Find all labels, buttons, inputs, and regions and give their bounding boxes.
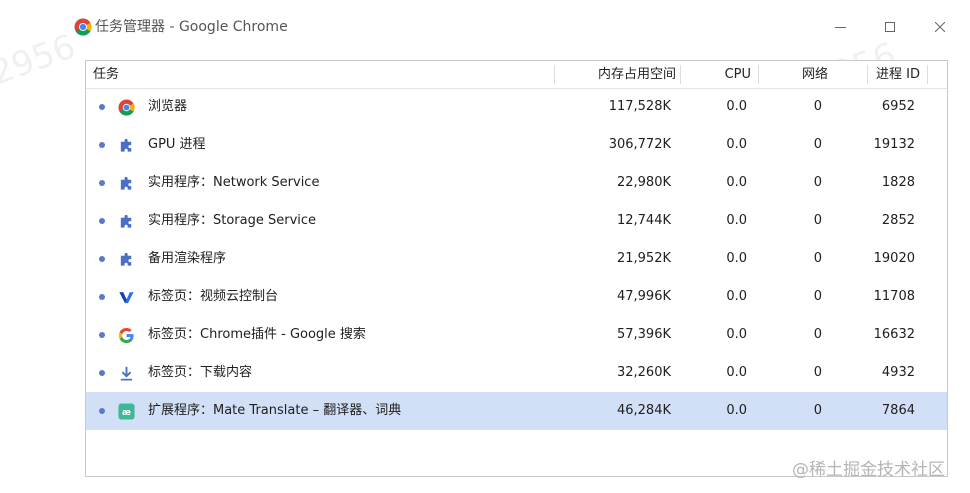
memory-value: 22,980K [616, 175, 671, 190]
task-name: 标签页：视频云控制台 [148, 289, 279, 304]
memory-value: 21,952K [616, 251, 671, 266]
table-row[interactable]: 标签页：视频云控制台 47,996K 0.0 0 11708 [86, 278, 947, 316]
table-header: 任务 内存占用空间 CPU 网络 进程 ID [86, 61, 947, 89]
column-divider[interactable] [680, 65, 681, 84]
pid-value: 19020 [873, 251, 915, 266]
network-value: 0 [813, 213, 822, 228]
pid-value: 7864 [881, 403, 915, 418]
task-name: GPU 进程 [148, 137, 206, 152]
minimize-button[interactable] [826, 16, 854, 38]
row-indicator-dot [99, 142, 105, 148]
task-name: 实用程序：Network Service [148, 175, 320, 190]
memory-value: 32,260K [616, 365, 671, 380]
close-button[interactable] [926, 16, 954, 38]
cpu-value: 0.0 [726, 137, 747, 152]
svg-text:æ: æ [122, 408, 131, 418]
cpu-value: 0.0 [726, 99, 747, 114]
table-row[interactable]: 标签页：下载内容 32,260K 0.0 0 4932 [86, 354, 947, 392]
cpu-value: 0.0 [726, 327, 747, 342]
pid-value: 16632 [873, 327, 915, 342]
row-indicator-dot [99, 408, 105, 414]
table-row[interactable]: 浏览器 117,528K 0.0 0 6952 [86, 88, 947, 126]
network-value: 0 [813, 289, 822, 304]
column-divider[interactable] [554, 65, 555, 84]
title-bar: 任务管理器 - Google Chrome [0, 0, 970, 52]
table-row[interactable]: æ 扩展程序：Mate Translate – 翻译器、词典 46,284K 0.0 0… [86, 392, 947, 430]
column-header-pid[interactable]: 进程 ID [836, 61, 920, 88]
network-value: 0 [813, 137, 822, 152]
google-icon [118, 327, 135, 344]
memory-value: 57,396K [616, 327, 671, 342]
table-row[interactable]: 实用程序：Network Service 22,980K 0.0 0 1828 [86, 164, 947, 202]
column-header-task[interactable]: 任务 [93, 61, 119, 88]
row-indicator-dot [99, 256, 105, 262]
task-name: 浏览器 [148, 99, 188, 114]
task-name: 实用程序：Storage Service [148, 213, 317, 228]
row-indicator-dot [99, 104, 105, 110]
chrome-icon [118, 99, 135, 116]
table-row[interactable]: GPU 进程 306,772K 0.0 0 19132 [86, 126, 947, 164]
column-divider[interactable] [927, 65, 928, 84]
row-indicator-dot [99, 332, 105, 338]
maximize-button[interactable] [876, 16, 904, 38]
pid-value: 1828 [881, 175, 915, 190]
network-value: 0 [813, 251, 822, 266]
pid-value: 2852 [881, 213, 915, 228]
task-name: 扩展程序：Mate Translate – 翻译器、词典 [148, 403, 402, 418]
row-indicator-dot [99, 180, 105, 186]
cpu-value: 0.0 [726, 213, 747, 228]
task-name: 备用渲染程序 [148, 251, 227, 266]
maximize-icon [885, 22, 895, 32]
cpu-value: 0.0 [726, 175, 747, 190]
close-icon [935, 22, 945, 32]
puzzle-icon [118, 175, 135, 192]
chrome-icon [74, 18, 92, 36]
minimize-icon [834, 26, 846, 28]
row-indicator-dot [99, 218, 105, 224]
network-value: 0 [813, 365, 822, 380]
download-icon [118, 365, 135, 382]
cpu-value: 0.0 [726, 289, 747, 304]
memory-value: 117,528K [608, 99, 671, 114]
table-row[interactable]: 备用渲染程序 21,952K 0.0 0 19020 [86, 240, 947, 278]
window-title: 任务管理器 - Google Chrome [95, 19, 288, 35]
memory-value: 47,996K [616, 289, 671, 304]
mate-translate-icon: æ [118, 403, 135, 420]
task-name: 标签页：Chrome插件 - Google 搜索 [148, 327, 366, 342]
table-row[interactable]: 标签页：Chrome插件 - Google 搜索 57,396K 0.0 0 16632 [86, 316, 947, 354]
pid-value: 6952 [881, 99, 915, 114]
cpu-value: 0.0 [726, 365, 747, 380]
puzzle-icon [118, 213, 135, 230]
network-value: 0 [813, 99, 822, 114]
row-indicator-dot [99, 294, 105, 300]
puzzle-icon [118, 251, 135, 268]
site-watermark: @稀土掘金技术社区 [792, 460, 945, 480]
network-value: 0 [813, 175, 822, 190]
row-indicator-dot [99, 370, 105, 376]
network-value: 0 [813, 327, 822, 342]
memory-value: 12,744K [616, 213, 671, 228]
column-header-memory[interactable]: 内存占用空间 [556, 61, 676, 88]
puzzle-icon [118, 137, 135, 154]
column-header-network[interactable]: 网络 [766, 61, 828, 88]
memory-value: 306,772K [608, 137, 671, 152]
task-name: 标签页：下载内容 [148, 365, 253, 380]
pid-value: 11708 [873, 289, 915, 304]
pid-value: 19132 [873, 137, 915, 152]
table-row[interactable]: 实用程序：Storage Service 12,744K 0.0 0 2852 [86, 202, 947, 240]
task-table: 任务 内存占用空间 CPU 网络 进程 ID 浏览器 117,528K 0.0 0 69… [85, 60, 948, 477]
memory-value: 46,284K [616, 403, 671, 418]
cpu-value: 0.0 [726, 403, 747, 418]
cpu-value: 0.0 [726, 251, 747, 266]
video-cloud-icon [118, 289, 135, 306]
column-divider[interactable] [758, 65, 759, 84]
column-header-cpu[interactable]: CPU [686, 61, 751, 88]
pid-value: 4932 [881, 365, 915, 380]
network-value: 0 [813, 403, 822, 418]
